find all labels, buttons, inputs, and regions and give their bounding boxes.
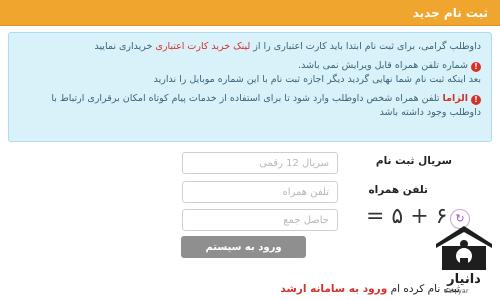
warning-1-cont: بعد اینکه ثبت نام شما نهایی گردید دیگر ا… (153, 74, 481, 85)
serial-label: سریال ثبت نام (375, 155, 452, 167)
serial-input[interactable] (182, 152, 338, 174)
phone-input[interactable] (182, 181, 338, 203)
notice-intro-end: خریداری نمایید (94, 41, 156, 52)
login-button[interactable]: ورود به سیستم (181, 236, 306, 258)
logo-caption: دانیار (447, 272, 481, 287)
warning-2-text: تلفن همراه شخص داوطلب وارد شود تا برای ا… (51, 93, 481, 118)
alert-icon: ! (471, 95, 481, 105)
notice-intro: داوطلب گرامی، برای ثبت نام ابتدا باید کا… (19, 40, 481, 54)
alert-icon: ! (471, 62, 481, 72)
warning-1-text: شماره تلفن همراه قابل ویرایش نمی باشد. (298, 60, 468, 71)
buy-credit-card-link[interactable]: لینک خرید کارت اعتباری (155, 41, 250, 52)
page-header: ثبت نام جدید (0, 0, 500, 26)
notice-intro-text: داوطلب گرامی، برای ثبت نام ابتدا باید کا… (250, 41, 481, 52)
logo-subtitle: daniyar (444, 288, 469, 295)
captcha-sum-input[interactable] (182, 209, 338, 231)
phone-label: تلفن همراه (368, 184, 428, 196)
notice-warning-2: !الزاما تلفن همراه شخص داوطلب وارد شود ت… (19, 92, 481, 120)
header-title: ثبت نام جدید (412, 6, 488, 20)
notice-warning-1: !شماره تلفن همراه قابل ویرایش نمی باشد. … (19, 59, 481, 87)
login-arshad-link[interactable]: ورود به سامانه ارشد (280, 283, 387, 295)
info-notice: داوطلب گرامی، برای ثبت نام ابتدا باید کا… (8, 32, 492, 142)
warning-2-bold: الزاما (442, 93, 468, 104)
